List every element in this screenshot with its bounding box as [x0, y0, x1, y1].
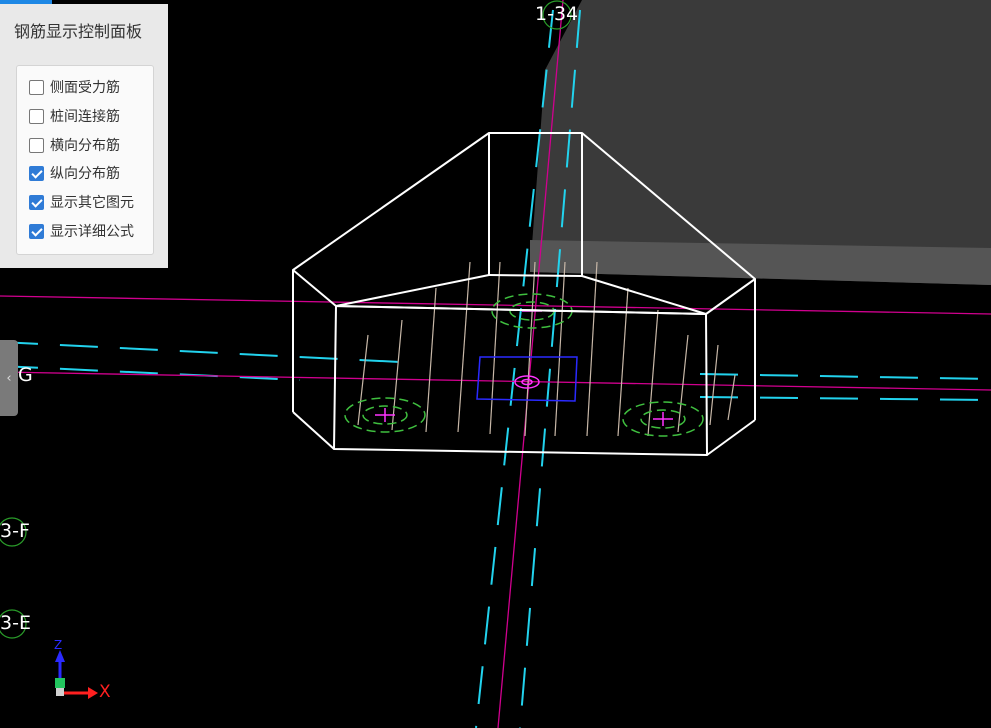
gizmo-z-label: Z	[54, 638, 63, 652]
option-show-detailed-formula[interactable]: 显示详细公式	[29, 221, 134, 241]
option-label: 显示详细公式	[50, 224, 134, 240]
option-longitudinal-rebar[interactable]: 纵向分布筋	[29, 163, 120, 183]
option-label: 显示其它图元	[50, 195, 134, 211]
option-label: 横向分布筋	[50, 138, 120, 154]
option-transverse-rebar[interactable]: 横向分布筋	[29, 135, 120, 155]
rebars	[357, 261, 736, 437]
checkbox-pile-connect-rebar[interactable]	[29, 108, 44, 124]
option-label: 侧面受力筋	[50, 80, 120, 96]
checkbox-side-rebar[interactable]	[29, 79, 44, 95]
options-box: 侧面受力筋 桩间连接筋 横向分布筋 纵向分布筋 显示其它图元 显示详细公式	[16, 65, 154, 255]
axis-label-3-e: 3-E	[0, 612, 31, 634]
checkbox-longitudinal-rebar[interactable]	[29, 165, 44, 181]
option-pile-connect-rebar[interactable]: 桩间连接筋	[29, 106, 120, 126]
option-label: 纵向分布筋	[50, 166, 120, 182]
checkbox-show-detailed-formula[interactable]	[29, 223, 44, 239]
option-label: 桩间连接筋	[50, 109, 120, 125]
axis-gizmo	[55, 650, 98, 699]
gizmo-x-label: X	[99, 682, 111, 702]
sidebar-toggle-button[interactable]: ‹	[0, 340, 18, 416]
option-show-other-elements[interactable]: 显示其它图元	[29, 192, 134, 212]
checkbox-transverse-rebar[interactable]	[29, 137, 44, 153]
axis-label-3-f: 3-F	[0, 520, 30, 542]
axis-label-1-34: 1-34	[535, 3, 579, 25]
checkbox-show-other-elements[interactable]	[29, 194, 44, 210]
pile-centers	[375, 310, 673, 426]
panel-title: 钢筋显示控制面板	[14, 22, 143, 41]
rebar-display-panel: 钢筋显示控制面板 侧面受力筋 桩间连接筋 横向分布筋 纵向分布筋 显示其它图元 …	[0, 4, 168, 268]
axis-label-g: G	[18, 364, 33, 386]
option-side-rebar[interactable]: 侧面受力筋	[29, 77, 120, 97]
